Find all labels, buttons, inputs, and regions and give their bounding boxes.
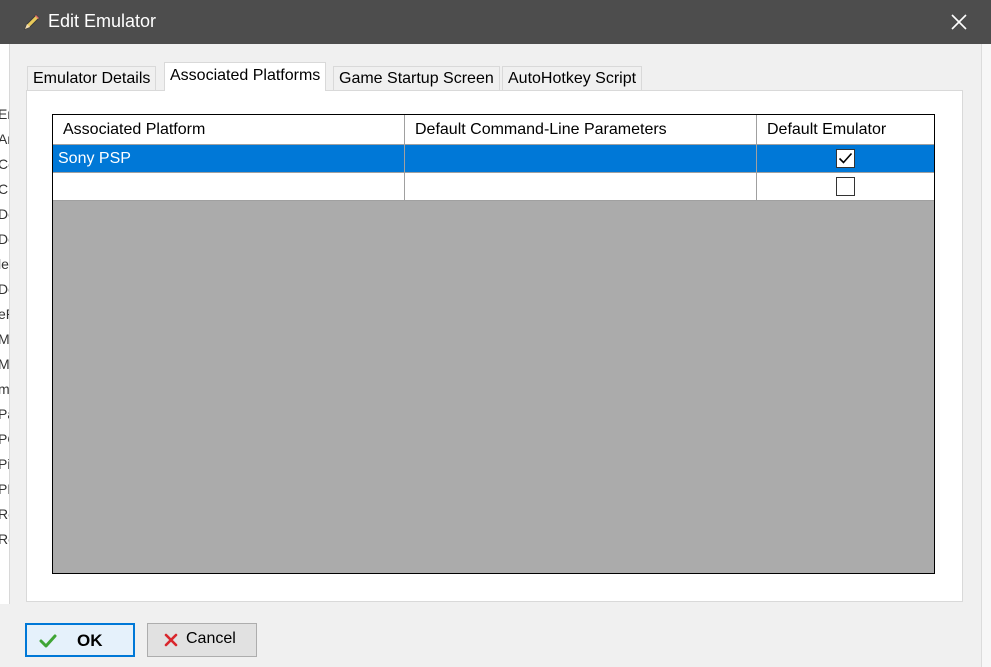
background-text: PP bbox=[0, 481, 9, 497]
close-icon[interactable] bbox=[949, 11, 969, 33]
platforms-grid[interactable]: Associated Platform Default Command-Line… bbox=[52, 114, 935, 574]
background-text: Re bbox=[0, 506, 9, 522]
ok-button[interactable]: OK bbox=[25, 623, 135, 657]
background-text: M bbox=[0, 356, 9, 372]
default-emulator-checkbox[interactable] bbox=[836, 149, 855, 168]
background-text: Do bbox=[0, 206, 9, 222]
platform-cell[interactable]: Sony PSP bbox=[53, 145, 405, 173]
background-text: Do bbox=[0, 231, 9, 247]
background-text: Ce bbox=[0, 156, 9, 172]
window-title: Edit Emulator bbox=[48, 11, 157, 31]
background-text: PC bbox=[0, 431, 9, 447]
cancel-button[interactable]: Cancel bbox=[147, 623, 257, 657]
background-text: Ar bbox=[0, 131, 9, 147]
default-emulator-cell[interactable] bbox=[757, 145, 934, 173]
title-bar[interactable]: Edit Emulator bbox=[0, 0, 991, 44]
platform-cell[interactable] bbox=[53, 173, 405, 201]
default-emulator-cell[interactable] bbox=[757, 173, 934, 201]
checkmark-icon bbox=[39, 634, 57, 648]
background-text: Pa bbox=[0, 406, 9, 422]
table-row[interactable] bbox=[53, 173, 934, 201]
background-text: Re bbox=[0, 531, 9, 547]
ok-button-label: OK bbox=[77, 631, 103, 650]
background-text: Ci bbox=[0, 181, 9, 197]
table-row[interactable]: Sony PSP bbox=[53, 145, 934, 173]
column-header-default-emulator[interactable]: Default Emulator bbox=[757, 115, 934, 145]
background-text: M bbox=[0, 331, 9, 347]
pencil-icon bbox=[24, 14, 40, 30]
dialog-right-edge bbox=[981, 44, 991, 667]
tab-autohotkey-script[interactable]: AutoHotkey Script bbox=[502, 66, 643, 90]
x-icon bbox=[164, 633, 178, 647]
tab-associated-platforms[interactable]: Associated Platforms bbox=[164, 62, 327, 91]
background-window-edge: En Ar Ce Ci Do Do le Do eP M M m Pa PC P… bbox=[0, 44, 10, 604]
background-text: m bbox=[0, 381, 9, 397]
background-text: Pi bbox=[0, 456, 9, 472]
column-header-platform[interactable]: Associated Platform bbox=[53, 115, 405, 145]
background-text: En bbox=[0, 106, 9, 122]
cancel-button-label: Cancel bbox=[186, 630, 236, 647]
check-mark-icon bbox=[838, 152, 853, 164]
background-text: Do bbox=[0, 281, 9, 297]
parameters-cell[interactable] bbox=[405, 173, 757, 201]
background-text: eP bbox=[0, 306, 9, 322]
tab-emulator-details[interactable]: Emulator Details bbox=[27, 66, 157, 90]
column-header-parameters[interactable]: Default Command-Line Parameters bbox=[405, 115, 757, 145]
grid-header: Associated Platform Default Command-Line… bbox=[53, 115, 934, 145]
default-emulator-checkbox[interactable] bbox=[836, 177, 855, 196]
parameters-cell[interactable] bbox=[405, 145, 757, 173]
tab-game-startup-screen[interactable]: Game Startup Screen bbox=[333, 66, 500, 90]
background-text: le bbox=[0, 256, 9, 272]
